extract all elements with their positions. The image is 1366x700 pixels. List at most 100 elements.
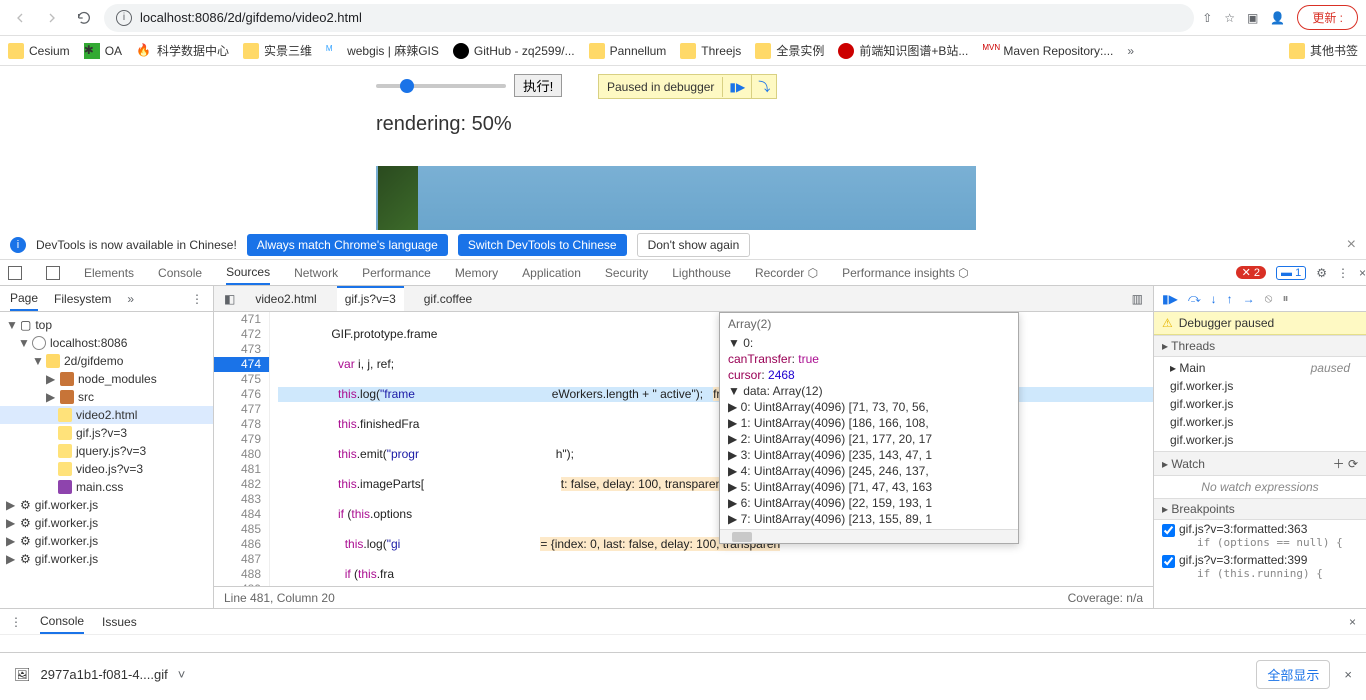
tab-security[interactable]: Security <box>605 266 648 280</box>
profile-icon[interactable]: 👤 <box>1270 11 1285 25</box>
tree-file-gif[interactable]: gif.js?v=3 <box>0 424 213 442</box>
update-button[interactable]: 更新 : <box>1297 5 1358 30</box>
bookmark-frontend[interactable]: 前端知识图谱+B站... <box>838 42 968 59</box>
threads-header[interactable]: ▸ Threads <box>1154 335 1366 357</box>
close-devtools-icon[interactable]: × <box>1359 266 1366 280</box>
resume-icon[interactable]: ▮▶ <box>722 77 751 97</box>
close-notice-icon[interactable]: × <box>1347 236 1356 254</box>
bookmark-3d[interactable]: 实景三维 <box>243 42 312 59</box>
thread-worker[interactable]: gif.worker.js <box>1154 395 1366 413</box>
step-button[interactable]: → <box>1243 292 1255 306</box>
device-icon[interactable] <box>46 266 60 280</box>
value-popover[interactable]: Array(2) ▼ 0: canTransfer: true cursor: … <box>719 312 1019 544</box>
tab-console[interactable]: Console <box>158 266 202 280</box>
bookmark-github[interactable]: GitHub - zq2599/... <box>453 43 575 59</box>
tree-worker[interactable]: ▶⚙ gif.worker.js <box>0 532 213 550</box>
tab-memory[interactable]: Memory <box>455 266 498 280</box>
bp-checkbox[interactable] <box>1162 555 1175 568</box>
thread-main[interactable]: ▸ Mainpaused <box>1154 359 1366 377</box>
step-icon[interactable]: ⤵ <box>751 75 776 98</box>
thread-worker[interactable]: gif.worker.js <box>1154 413 1366 431</box>
breakpoints-header[interactable]: ▸ Breakpoints <box>1154 498 1366 520</box>
tab-performance[interactable]: Performance <box>362 266 431 280</box>
download-chevron-icon[interactable]: ˅ <box>178 667 186 682</box>
error-badge[interactable]: ✕ 2 <box>1236 266 1266 279</box>
bookmark-pannellum[interactable]: Pannellum <box>589 43 667 59</box>
navigator-overflow-icon[interactable]: » <box>127 292 134 306</box>
file-nav-icon[interactable]: ◧ <box>224 292 235 306</box>
share-icon[interactable]: ⇧ <box>1202 11 1212 25</box>
tab-recorder[interactable]: Recorder ⬡ <box>755 266 818 280</box>
inspect-icon[interactable] <box>8 266 22 280</box>
settings-icon[interactable]: ⚙ <box>1316 266 1327 280</box>
bookmark-oa[interactable]: ✱OA <box>84 43 122 59</box>
tab-elements[interactable]: Elements <box>84 266 134 280</box>
close-download-bar-icon[interactable]: × <box>1344 667 1352 682</box>
deactivate-bp-button[interactable]: ⦸ <box>1265 291 1273 306</box>
file-tab-coffee[interactable]: gif.coffee <box>424 292 472 306</box>
page-tab[interactable]: Page <box>10 291 38 311</box>
breakpoint-item[interactable]: gif.js?v=3:formatted:363if (options == n… <box>1154 520 1366 551</box>
breakpoint-item[interactable]: gif.js?v=3:formatted:399if (this.running… <box>1154 551 1366 582</box>
show-all-downloads-button[interactable]: 全部显示 <box>1256 660 1330 689</box>
tree-file-video2[interactable]: video2.html <box>0 406 213 424</box>
execute-button[interactable]: 执行! <box>514 74 562 97</box>
step-out-button[interactable]: ↑ <box>1227 292 1233 306</box>
tab-lighthouse[interactable]: Lighthouse <box>672 266 731 280</box>
address-bar[interactable]: i localhost:8086/2d/gifdemo/video2.html <box>104 4 1194 32</box>
more-icon[interactable]: ⋮ <box>1337 266 1349 280</box>
dont-show-button[interactable]: Don't show again <box>637 233 751 257</box>
drawer-close-icon[interactable]: × <box>1349 615 1356 629</box>
tab-sources[interactable]: Sources <box>226 265 270 285</box>
info-badge[interactable]: ▬ 1 <box>1276 266 1306 280</box>
watch-header[interactable]: ▸ Watch＋ ⟳ <box>1154 451 1366 476</box>
tree-top[interactable]: ▼▢ top <box>0 316 213 334</box>
add-watch-icon[interactable]: ＋ <box>1333 457 1345 471</box>
code-content[interactable]: GIF.prototype.frame var i, j, ref; this.… <box>270 312 1153 586</box>
tree-host[interactable]: ▼ localhost:8086 <box>0 334 213 352</box>
tree-file-css[interactable]: main.css <box>0 478 213 496</box>
always-match-button[interactable]: Always match Chrome's language <box>247 234 448 256</box>
bookmark-science[interactable]: 🔥科学数据中心 <box>136 42 229 59</box>
drawer-more-icon[interactable]: ⋮ <box>10 615 22 629</box>
tree-worker[interactable]: ▶⚙ gif.worker.js <box>0 514 213 532</box>
pause-exceptions-button[interactable]: ⏸ <box>1283 291 1289 306</box>
back-button[interactable] <box>8 6 32 30</box>
bookmark-other[interactable]: 其他书签 <box>1289 42 1358 59</box>
tab-perf-insights[interactable]: Performance insights ⬡ <box>842 266 969 280</box>
drawer-issues-tab[interactable]: Issues <box>102 615 137 629</box>
tab-network[interactable]: Network <box>294 266 338 280</box>
step-into-button[interactable]: ↓ <box>1211 292 1217 306</box>
tree-folder[interactable]: ▼ 2d/gifdemo <box>0 352 213 370</box>
bookmark-webgis[interactable]: ᴹwebgis | 麻辣GIS <box>326 42 439 59</box>
step-over-button[interactable]: ⤼ <box>1188 291 1201 306</box>
forward-button[interactable] <box>40 6 64 30</box>
bp-checkbox[interactable] <box>1162 524 1175 537</box>
download-filename[interactable]: 2977a1b1-f081-4....gif <box>41 667 168 682</box>
reload-button[interactable] <box>72 6 96 30</box>
popover-scrollbar[interactable] <box>720 529 1018 543</box>
tree-worker[interactable]: ▶⚙ gif.worker.js <box>0 550 213 568</box>
bookmark-maven[interactable]: MVNMaven Repository:... <box>982 43 1113 59</box>
refresh-watch-icon[interactable]: ⟳ <box>1348 457 1358 471</box>
tab-application[interactable]: Application <box>522 266 581 280</box>
progress-slider[interactable] <box>376 84 506 88</box>
drawer-console-tab[interactable]: Console <box>40 614 84 634</box>
filesystem-tab[interactable]: Filesystem <box>54 292 111 306</box>
bookmark-cesium[interactable]: Cesium <box>8 43 70 59</box>
tree-file-video[interactable]: video.js?v=3 <box>0 460 213 478</box>
site-info-icon[interactable]: i <box>116 10 132 26</box>
thread-worker[interactable]: gif.worker.js <box>1154 377 1366 395</box>
tree-node-modules[interactable]: ▶ node_modules <box>0 370 213 388</box>
tree-src[interactable]: ▶ src <box>0 388 213 406</box>
bookmark-panorama[interactable]: 全景实例 <box>755 42 824 59</box>
bookmark-star-icon[interactable]: ☆ <box>1224 11 1235 25</box>
file-tab-video2[interactable]: video2.html <box>255 292 316 306</box>
tree-file-jquery[interactable]: jquery.js?v=3 <box>0 442 213 460</box>
extensions-icon[interactable]: ▣ <box>1247 11 1258 25</box>
switch-chinese-button[interactable]: Switch DevTools to Chinese <box>458 234 627 256</box>
editor-more-icon[interactable]: ▥ <box>1132 292 1143 306</box>
file-tab-gif[interactable]: gif.js?v=3 <box>337 286 404 311</box>
resume-button[interactable]: ▮▶ <box>1162 292 1178 306</box>
tree-worker[interactable]: ▶⚙ gif.worker.js <box>0 496 213 514</box>
